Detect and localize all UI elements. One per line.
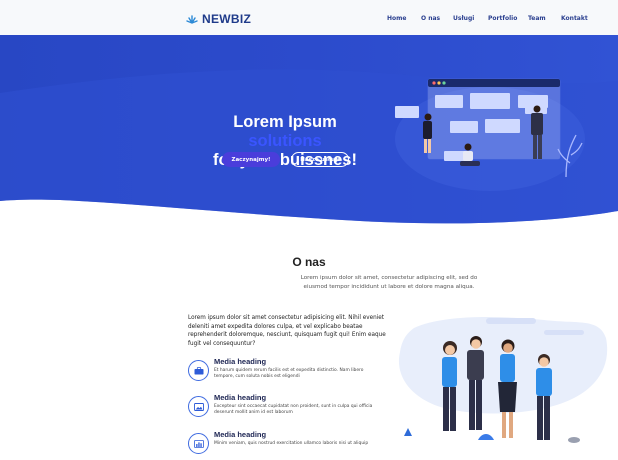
hero-title-line1: Lorem Ipsum	[233, 113, 337, 131]
menu-item-home[interactable]: Home	[387, 15, 406, 22]
menu-item-services[interactable]: Usługi	[453, 15, 474, 22]
main-menu: Home O nas Usługi Portfolio Team Kontakt	[0, 15, 618, 25]
menu-item-about[interactable]: O nas	[421, 15, 440, 22]
hero-title-accent: solutions	[248, 132, 322, 150]
get-started-button[interactable]: Zaczynajmy!	[222, 152, 280, 167]
team-illustration	[398, 317, 608, 443]
navbar: NEWBIZ Home O nas Usługi Portfolio Team …	[0, 0, 618, 36]
feature-title: Media heading	[214, 357, 267, 366]
feature-item: Media heading Et harum quidem rerum faci…	[188, 357, 388, 387]
bar-chart-icon	[188, 433, 209, 454]
briefcase-icon	[188, 360, 209, 381]
menu-item-portfolio[interactable]: Portfolio	[488, 15, 517, 22]
feature-title: Media heading	[214, 393, 267, 402]
feature-text: Minim veniam, quis nostrud exercitation …	[214, 441, 369, 446]
feature-text: Excepteur sint occaecat cupidatat non pr…	[214, 404, 373, 415]
hero-section: Lorem Ipsum solutions for your buissnes!…	[0, 35, 618, 235]
menu-item-team[interactable]: Team	[528, 15, 546, 22]
about-subheading: Lorem ipsum dolor sit amet, consectetur …	[300, 275, 478, 290]
feature-text: Et harum quidem rerum facilis est et exp…	[214, 368, 364, 379]
our-services-button[interactable]: Nasze usługi	[291, 152, 349, 167]
hero-illustration	[395, 78, 585, 191]
feature-title: Media heading	[214, 430, 267, 439]
image-icon	[188, 396, 209, 417]
menu-item-contact[interactable]: Kontakt	[561, 15, 588, 22]
feature-item: Media heading Excepteur sint occaecat cu…	[188, 393, 388, 423]
about-intro: Lorem ipsum dolor sit amet consectetur a…	[188, 315, 386, 347]
about-heading: O nas	[292, 255, 326, 269]
feature-item: Media heading Minim veniam, quis nostrud…	[188, 430, 388, 460]
